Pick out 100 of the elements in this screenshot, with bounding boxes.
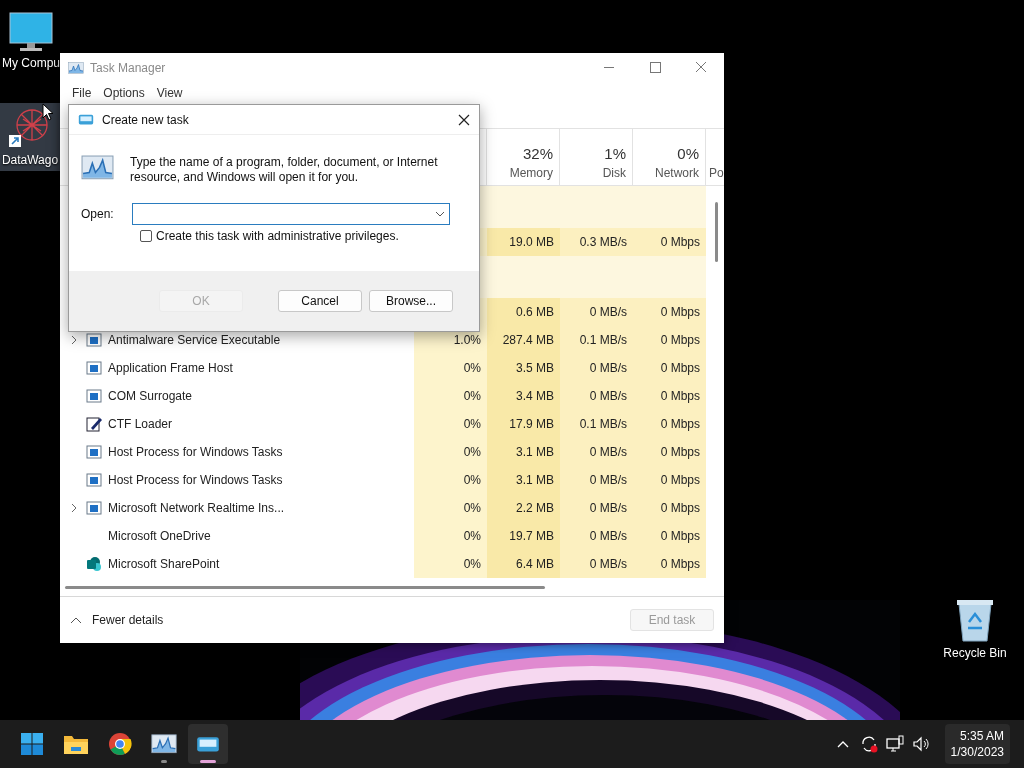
table-cell: 0 Mbps	[633, 354, 706, 382]
table-cell: 0%	[414, 494, 487, 522]
table-cell: 0 Mbps	[633, 326, 706, 354]
table-cell: 0 Mbps	[633, 522, 706, 550]
table-cell: 0%	[414, 382, 487, 410]
clock-date: 1/30/2023	[950, 744, 1004, 760]
scrollbar-thumb[interactable]	[65, 586, 545, 589]
table-cell: 0 Mbps	[633, 298, 706, 326]
table-cell: 0 MB/s	[560, 550, 633, 578]
window-title: Task Manager	[90, 60, 166, 75]
scrollbar-thumb[interactable]	[715, 202, 718, 262]
chevron-up-icon	[70, 616, 82, 624]
column-header[interactable]: Disk	[602, 166, 626, 180]
process-name: Microsoft Network Realtime Ins...	[108, 501, 285, 515]
desktop-icon-label: DataWago	[1, 153, 59, 167]
fewer-details-button[interactable]: Fewer details	[70, 613, 164, 627]
clock[interactable]: 5:35 AM 1/30/2023	[944, 724, 1010, 764]
process-name: Application Frame Host	[108, 361, 233, 375]
dialog-button[interactable]: Cancel	[278, 290, 362, 312]
process-name: Antimalware Service Executable	[108, 333, 281, 347]
volume-icon[interactable]	[910, 734, 931, 754]
table-cell: 0 MB/s	[560, 466, 633, 494]
dropdown-caret-icon[interactable]	[435, 211, 445, 217]
browser-icon	[108, 732, 132, 756]
table-cell: 6.4 MB	[487, 550, 560, 578]
notepad-pen-icon	[86, 416, 102, 432]
table-cell: 0 MB/s	[560, 438, 633, 466]
recycle-bin-icon	[956, 598, 994, 642]
window-icon	[86, 472, 102, 488]
menu-item[interactable]: View	[150, 85, 189, 100]
window-icon	[86, 360, 102, 376]
desktop-icon-label: My Compu	[2, 56, 60, 70]
table-cell: 0 Mbps	[633, 438, 706, 466]
dialog-title: Create new task	[102, 112, 189, 127]
table-cell: 0 Mbps	[633, 228, 706, 256]
desktop-icon[interactable]: My Compu	[0, 10, 62, 74]
table-cell: 0%	[414, 466, 487, 494]
column-percent: 0%	[677, 145, 699, 162]
desktop-icon-label: Recycle Bin	[943, 646, 1007, 660]
running-indicator	[161, 760, 167, 763]
folder-icon	[63, 733, 89, 755]
table-cell: 0.3 MB/s	[560, 228, 633, 256]
table-cell: 0 MB/s	[560, 382, 633, 410]
table-cell: 0 Mbps	[633, 550, 706, 578]
table-cell: 0.6 MB	[487, 298, 560, 326]
process-name: Microsoft OneDrive	[108, 529, 211, 543]
window-icon	[86, 388, 102, 404]
dialog-button[interactable]: Browse...	[369, 290, 453, 312]
menu-item[interactable]: Options	[97, 85, 151, 100]
column-header[interactable]: Memory	[509, 166, 553, 180]
table-cell: 19.0 MB	[487, 228, 560, 256]
table-cell: 0.1 MB/s	[560, 326, 633, 354]
table-cell: 0 MB/s	[560, 298, 633, 326]
open-combobox[interactable]	[132, 203, 450, 225]
process-name: Microsoft SharePoint	[108, 557, 220, 571]
table-cell: 0 Mbps	[633, 410, 706, 438]
table-cell: 0 MB/s	[560, 494, 633, 522]
column-header[interactable]: Po	[709, 166, 724, 180]
mouse-cursor-icon	[42, 103, 54, 121]
column-percent: 1%	[604, 145, 626, 162]
table-cell: 0 Mbps	[633, 382, 706, 410]
admin-checkbox[interactable]	[140, 230, 152, 242]
window-icon	[86, 444, 102, 460]
table-cell: 17.9 MB	[487, 410, 560, 438]
table-cell: 0%	[414, 354, 487, 382]
logo-icon	[86, 556, 102, 572]
close-icon[interactable]	[458, 113, 470, 126]
process-name: COM Surrogate	[108, 389, 193, 403]
table-cell: 19.7 MB	[487, 522, 560, 550]
process-name: Host Process for Windows Tasks	[108, 473, 283, 487]
chart-icon	[81, 155, 114, 180]
window-icon	[86, 500, 102, 516]
menu-item[interactable]: File	[66, 85, 98, 100]
desktop-icon[interactable]: DataWago	[0, 103, 60, 171]
table-cell: 0 MB/s	[560, 354, 633, 382]
run-dialog-icon	[196, 735, 220, 753]
taskbar-app-button[interactable]	[188, 724, 228, 764]
network-icon[interactable]	[884, 734, 905, 754]
open-label: Open:	[81, 207, 115, 221]
task-manager-icon	[151, 734, 177, 754]
clock-time: 5:35 AM	[959, 728, 1004, 744]
desktop-icon[interactable]: Recycle Bin	[940, 596, 1010, 664]
table-cell: 0 MB/s	[560, 522, 633, 550]
table-cell: 287.4 MB	[487, 326, 560, 354]
windows-logo-icon	[20, 732, 44, 756]
table-cell: 0%	[414, 410, 487, 438]
table-cell: 2.2 MB	[487, 494, 560, 522]
task-manager-icon	[68, 61, 84, 74]
table-cell: 0 Mbps	[633, 494, 706, 522]
running-indicator	[200, 760, 216, 763]
table-cell: 3.1 MB	[487, 438, 560, 466]
table-cell: 3.1 MB	[487, 466, 560, 494]
table-cell: 3.4 MB	[487, 382, 560, 410]
process-name: Host Process for Windows Tasks	[108, 445, 283, 459]
process-name: CTF Loader	[108, 417, 173, 431]
table-cell: 0%	[414, 550, 487, 578]
checkbox-label[interactable]: Create this task with administrative privileges.	[156, 229, 399, 243]
table-cell: 0.1 MB/s	[560, 410, 633, 438]
table-cell: 3.5 MB	[487, 354, 560, 382]
column-header[interactable]: Network	[655, 166, 699, 180]
